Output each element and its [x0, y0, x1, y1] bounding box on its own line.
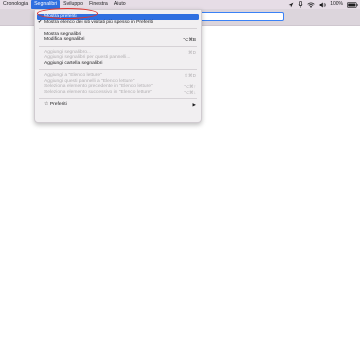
menu-sviluppo[interactable]: Sviluppo [60, 0, 86, 9]
select-previous-label: Seleziona elemento precedente in "Elenco… [44, 84, 153, 90]
address-field[interactable] [196, 12, 284, 21]
select-next-label: Seleziona elemento successivo in "Elenco… [44, 89, 153, 95]
checkmark-icon: ✔ [38, 18, 43, 25]
bookmarks-dropdown-menu: Mostra preferiti ✔ Mostra elenco dei sit… [34, 9, 202, 123]
battery-icon[interactable] [347, 0, 358, 9]
add-bookmark-folder-item[interactable]: Aggiungi cartella segnalibri [35, 61, 201, 67]
battery-percent: 100% [330, 1, 343, 7]
menu-bar: Cronologia Segnalibri Sviluppo Finestra … [0, 0, 360, 9]
favorites-label: Preferiti [49, 101, 67, 107]
favorites-submenu-item[interactable]: ☆ Preferiti ▶ [35, 102, 201, 108]
select-next-item[interactable]: Seleziona elemento successivo in "Elenco… [35, 90, 201, 96]
submenu-arrow-icon: ▶ [192, 101, 196, 107]
menu-aiuto[interactable]: Aiuto [111, 0, 129, 9]
location-arrow-icon[interactable] [288, 0, 294, 9]
microphone-icon[interactable] [298, 0, 303, 9]
edit-bookmarks-label: Modifica segnalibri [44, 37, 85, 43]
add-bookmarks-tabs-label: Aggiungi segnalibri per questi pannelli.… [44, 55, 131, 61]
add-tabs-reading-list-label: Aggiungi questi pannelli a "Elenco lettu… [44, 78, 135, 84]
select-next-shortcut: ⌥⌘↓ [183, 89, 196, 95]
menu-separator [39, 27, 197, 29]
edit-bookmarks-shortcut: ⌥⌘B [183, 37, 196, 43]
star-icon: ☆ [44, 101, 49, 107]
add-bookmark-folder-label: Aggiungi cartella segnalibri [44, 60, 103, 66]
volume-icon[interactable] [319, 0, 326, 9]
menu-separator [39, 98, 197, 100]
menu-cronologia[interactable]: Cronologia [0, 0, 31, 9]
menu-segnalibri[interactable]: Segnalibri [31, 0, 61, 9]
menu-finestra[interactable]: Finestra [86, 0, 111, 9]
add-reading-list-label: Aggiungi a "Elenco letture" [44, 72, 102, 78]
menu-separator [39, 69, 197, 71]
edit-bookmarks-item[interactable]: Modifica segnalibri ⌥⌘B [35, 37, 201, 43]
add-bookmark-label: Aggiungi segnalibro... [44, 49, 92, 55]
show-frequent-sites-item[interactable]: ✔ Mostra elenco dei siti visitati più sp… [35, 18, 201, 26]
wifi-icon[interactable] [307, 0, 315, 9]
menu-separator [39, 45, 197, 47]
status-area: 100% [288, 0, 358, 9]
show-favorites-label: Mostra preferiti [44, 14, 77, 19]
show-frequent-sites-label: Mostra elenco dei siti visitati più spes… [44, 19, 153, 25]
